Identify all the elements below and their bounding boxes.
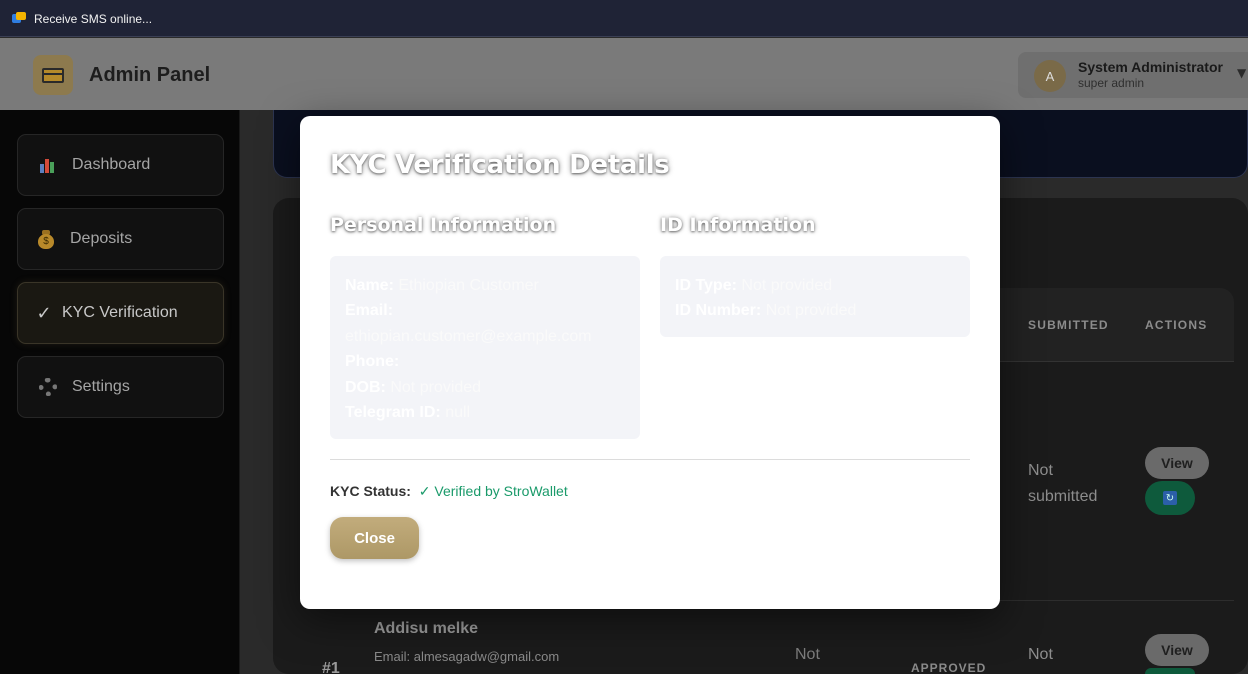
modal-title: KYC Verification Details xyxy=(330,150,670,180)
email-value: ethiopian.customer@example.com xyxy=(345,327,592,345)
divider xyxy=(330,459,970,460)
kyc-status-label: KYC Status: xyxy=(330,483,411,499)
id-type-cell: Not xyxy=(795,646,820,663)
sidebar-item-dashboard[interactable]: Dashboard xyxy=(17,134,224,196)
column-header-actions: ACTIONS xyxy=(1145,318,1208,332)
sync-button[interactable]: ↻ xyxy=(1145,481,1195,515)
sidebar-item-label: Deposits xyxy=(70,230,133,247)
user-name: System Administrator xyxy=(1078,59,1223,75)
logo xyxy=(33,55,73,95)
submitted-cell: Not submitted xyxy=(1028,462,1098,505)
sidebar-item-settings[interactable]: Settings xyxy=(17,356,224,418)
avatar: A xyxy=(1034,60,1066,92)
view-button[interactable]: View xyxy=(1145,634,1209,666)
id-number-label: ID Number: xyxy=(675,302,762,320)
email-label: Email: xyxy=(345,302,394,320)
status-badge: APPROVED xyxy=(911,661,987,674)
chevron-down-icon[interactable]: ▼ xyxy=(1237,66,1246,80)
dob-label: DOB: xyxy=(345,378,386,396)
telegram-id-value: null xyxy=(445,404,471,422)
gear-icon xyxy=(38,377,58,397)
browser-tab[interactable]: Receive SMS online... xyxy=(0,0,1248,37)
id-type-label: ID Type: xyxy=(675,277,737,294)
kyc-status-value: ✓ Verified by StroWallet xyxy=(418,483,568,499)
sidebar-item-label: Dashboard xyxy=(72,156,151,173)
sidebar-item-label: Settings xyxy=(72,378,130,395)
telegram-id-label: Telegram ID: xyxy=(345,404,441,422)
id-type-value: Not provided xyxy=(741,277,833,294)
id-info-box: ID Type: Not provided ID Number: Not pro… xyxy=(660,256,970,337)
dob-value: Not provided xyxy=(390,378,482,396)
view-button[interactable]: View xyxy=(1145,447,1209,479)
submitted-cell: Not xyxy=(1028,646,1053,663)
name-value: Ethiopian Customer xyxy=(398,277,539,294)
phone-label: Phone: xyxy=(345,353,400,371)
check-icon: ✓ xyxy=(36,302,52,324)
app-title: Admin Panel xyxy=(89,64,211,86)
sidebar-item-label: KYC Verification xyxy=(62,304,178,321)
sidebar-item-kyc-verification[interactable]: ✓ KYC Verification xyxy=(17,282,224,344)
sync-icon: ↻ xyxy=(1163,491,1177,505)
app-header: Admin Panel A System Administrator super… xyxy=(0,38,1248,110)
sync-button[interactable] xyxy=(1145,668,1195,674)
personal-info-box: Name: Ethiopian Customer Email: ethiopia… xyxy=(330,256,640,439)
close-button[interactable]: Close xyxy=(330,517,419,559)
bar-chart-icon xyxy=(38,155,58,175)
money-bag-icon: $ xyxy=(36,229,56,249)
row-index: #1 xyxy=(322,660,340,674)
kyc-status: KYC Status: ✓ Verified by StroWallet xyxy=(330,483,568,500)
id-number-value: Not provided xyxy=(765,302,857,320)
personal-info-heading: Personal Information xyxy=(330,214,557,236)
sidebar-item-deposits[interactable]: $ Deposits xyxy=(17,208,224,270)
customer-email: Email: almesagadw@gmail.com xyxy=(374,649,560,664)
customer-name: Addisu melke xyxy=(374,620,479,637)
browser-tab-bar: Receive SMS online... xyxy=(0,0,1248,37)
kyc-details-modal: KYC Verification Details Personal Inform… xyxy=(300,116,1000,609)
credit-card-icon xyxy=(42,67,64,83)
name-label: Name: xyxy=(345,277,394,294)
sms-app-icon xyxy=(12,12,26,25)
id-info-heading: ID Information xyxy=(660,214,816,236)
user-role: super admin xyxy=(1078,76,1145,90)
user-menu[interactable]: A System Administrator super admin ▼ xyxy=(1018,52,1248,98)
column-header-submitted: SUBMITTED xyxy=(1028,318,1109,332)
tab-title: Receive SMS online... xyxy=(34,11,153,26)
sidebar: Dashboard $ Deposits ✓ KYC Verification … xyxy=(0,110,240,674)
